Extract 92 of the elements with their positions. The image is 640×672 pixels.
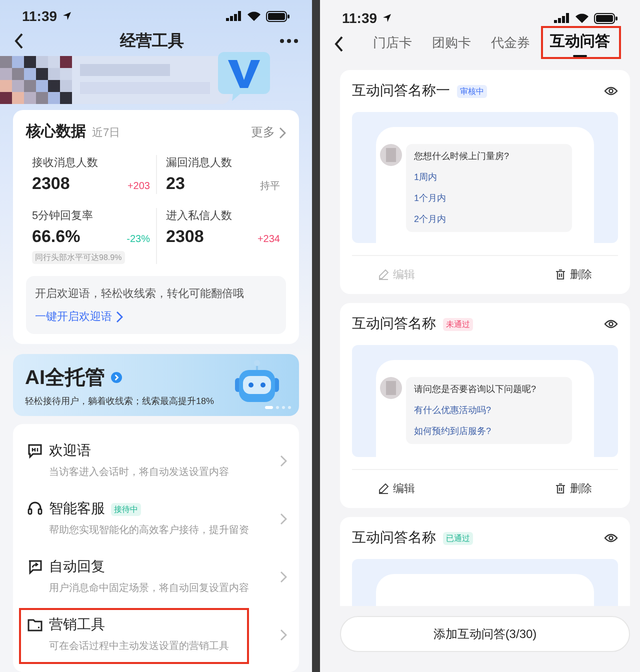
tool-description: 用户消息命中固定场景，将自动回复设置内容: [48, 582, 250, 595]
delete-button[interactable]: 删除: [555, 267, 592, 282]
back-icon[interactable]: [14, 33, 24, 49]
more-link[interactable]: 更多: [251, 124, 286, 141]
qa-title: 互动问答名称: [352, 315, 436, 333]
tab[interactable]: 互动问答: [545, 30, 615, 61]
chevron-icon: [280, 454, 287, 466]
trash-icon: [555, 269, 566, 280]
metric-label: 进入私信人数: [166, 209, 233, 223]
battery-icon: [266, 10, 290, 22]
status-tag: 已通过: [443, 532, 473, 544]
signal-icon: [226, 11, 242, 21]
share-bubble-icon: [27, 559, 43, 575]
tab[interactable]: 门店卡: [368, 30, 417, 62]
answer-option[interactable]: 1周内: [414, 171, 564, 184]
answer-option[interactable]: 1个月内: [414, 192, 564, 205]
carousel-dot[interactable]: [282, 406, 285, 409]
metric-change: +234: [257, 234, 280, 245]
question-text: 请问您是否要咨询以下问题呢?: [414, 383, 538, 396]
qa-title: 互动问答名称一: [352, 82, 450, 100]
tool-description: 当访客进入会话时，将自动发送设置内容: [48, 466, 230, 479]
tool-description: 可在会话过程中主动发送设置的营销工具: [48, 640, 230, 653]
pencil-icon: [378, 269, 389, 280]
headset-icon: [27, 501, 43, 517]
tool-item[interactable]: 营销工具 可在会话过程中主动发送设置的营销工具: [13, 606, 299, 664]
answer-option[interactable]: 有什么优惠活动吗?: [414, 404, 564, 417]
tool-title: 营销工具: [49, 616, 105, 634]
tool-title: 智能客服: [49, 500, 105, 518]
back-icon[interactable]: [334, 36, 344, 52]
eye-icon[interactable]: [604, 533, 618, 543]
banner-subtitle: 轻松接待用户，躺着收线索；线索最高提升18%: [25, 395, 214, 408]
chevron-icon: [280, 570, 287, 582]
tool-item[interactable]: 欢迎语 当访客进入会话时，将自动发送设置内容: [13, 432, 299, 490]
metric-label: 5分钟回复率: [32, 208, 94, 223]
status-time: 11:39: [22, 8, 58, 24]
status-tag: 未通过: [443, 318, 473, 330]
arrow-circle-icon: [111, 372, 122, 383]
add-qa-button[interactable]: 添加互动问答(3/30): [340, 616, 630, 652]
chevron-icon: [280, 628, 287, 640]
carousel-dot[interactable]: [276, 406, 279, 409]
benchmark-note: 同行头部水平可达98.9%: [32, 251, 125, 264]
edit-button[interactable]: 编辑: [378, 481, 415, 496]
banner-title: AI全托管: [25, 366, 105, 391]
tip-text: 开启欢迎语，轻松收线索，转化可能翻倍哦: [35, 286, 244, 301]
delete-button[interactable]: 删除: [555, 481, 592, 496]
section-title: 核心数据: [26, 122, 86, 141]
pencil-icon: [378, 483, 389, 494]
carousel-dot[interactable]: [288, 406, 291, 409]
tab[interactable]: 代金券: [486, 30, 535, 62]
enable-link[interactable]: 一键开启欢迎语: [35, 309, 123, 324]
tool-description: 帮助您实现智能化的高效客户接待，提升留资: [48, 524, 250, 537]
status-time: 11:39: [342, 10, 378, 26]
avatar-icon: [380, 377, 402, 399]
tool-item[interactable]: 智能客服 接待中 帮助您实现智能化的高效客户接待，提升留资: [13, 490, 299, 548]
wifi-icon: [575, 13, 589, 23]
metric-value: 2308: [166, 227, 204, 247]
metric-label: 漏回消息人数: [166, 156, 233, 170]
trash-icon: [555, 483, 566, 494]
tool-title: 自动回复: [49, 558, 105, 576]
avatar-icon: [380, 144, 402, 166]
wifi-icon: [247, 11, 261, 21]
chevron-icon: [116, 310, 123, 322]
chevron-icon: [280, 512, 287, 524]
location-icon: [382, 13, 392, 23]
answer-option[interactable]: 如何预约到店服务?: [414, 425, 564, 438]
metric-value: 66.6%: [32, 227, 80, 247]
answer-option[interactable]: 2个月内: [414, 213, 564, 226]
battery-icon: [594, 12, 618, 24]
more-icon[interactable]: [280, 39, 298, 43]
status-tag: 审核中: [457, 84, 487, 98]
page-title: 经营工具: [118, 32, 185, 52]
metric-change: +203: [127, 181, 150, 192]
metric-change: 持平: [260, 180, 280, 193]
eye-icon[interactable]: [604, 319, 618, 329]
eye-icon[interactable]: [604, 86, 618, 96]
metric-value: 23: [166, 174, 185, 194]
metric-change: -23%: [126, 234, 150, 245]
metric-label: 接收消息人数: [32, 156, 99, 170]
location-icon: [62, 11, 72, 21]
question-text: 您想什么时候上门量房?: [414, 150, 510, 163]
period-label: 近7日: [92, 126, 120, 140]
status-tag: 接待中: [111, 502, 141, 516]
tool-title: 欢迎语: [49, 442, 91, 460]
promo-banner[interactable]: AI全托管 轻松接待用户，躺着收线索；线索最高提升18%: [13, 354, 299, 416]
chat-bubble-icon: [27, 443, 43, 459]
qa-title: 互动问答名称: [352, 529, 436, 547]
chevron-icon: [279, 126, 286, 138]
tool-item[interactable]: 自动回复 用户消息命中固定场景，将自动回复设置内容: [13, 548, 299, 606]
metric-value: 2308: [32, 174, 70, 194]
tab[interactable]: 团购卡: [427, 30, 476, 62]
folder-icon: [27, 617, 43, 633]
signal-icon: [554, 13, 570, 23]
